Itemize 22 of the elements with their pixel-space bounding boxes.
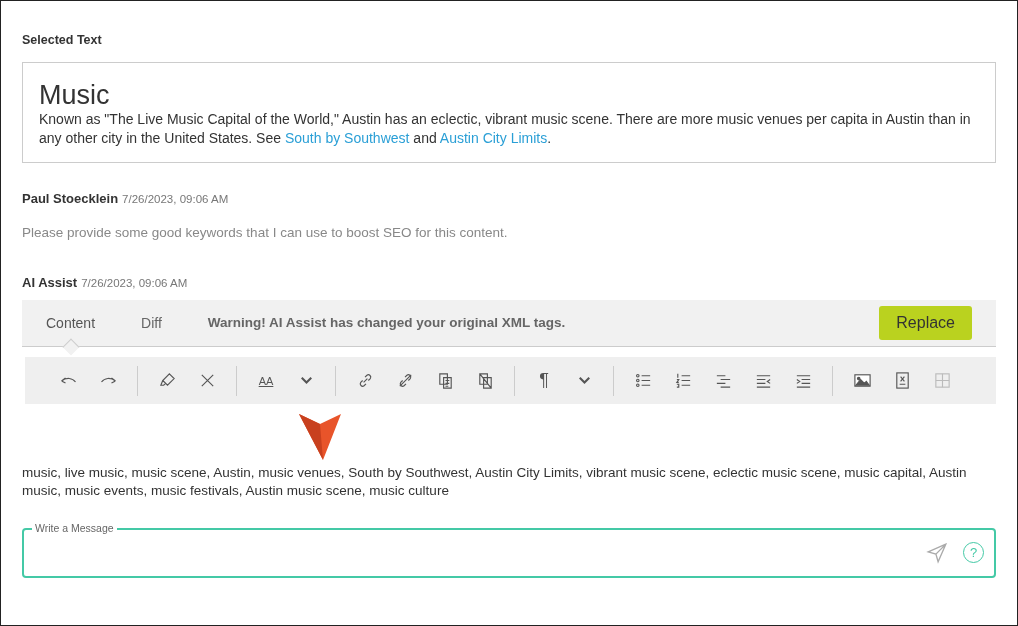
tab[interactable]: Diff [141, 299, 162, 354]
toolbar-button[interactable]: ¶ [527, 365, 561, 396]
author-name: AI Assist [22, 274, 78, 290]
section-label: Selected Text [22, 32, 103, 49]
message-text: Please provide some good keywords that I can use to boost SEO for this content. [22, 223, 509, 242]
numbered-list-icon [673, 371, 693, 391]
paragraph: Known as "The Live Music Capital of the World," Austin has an eclectic, vibrant music scene. There are more music venues per capita in Austin than in any other city in the United States. See South by Southwest and Austin City Limits. [39, 110, 972, 149]
toolbar-button[interactable]: AA [249, 365, 283, 396]
field-label: Write a Message [32, 521, 117, 535]
author-name: Paul Stoecklein [22, 191, 119, 207]
tab[interactable]: Content [46, 299, 96, 354]
send-icon [926, 541, 948, 564]
warning-text: Warning! AI Assist has changed your original XML tags. [207, 314, 566, 333]
table-icon [932, 371, 952, 391]
timestamp: 7/26/2023, 09:06 AM [81, 276, 188, 289]
replace-button[interactable]: Replace [879, 306, 972, 341]
section-heading: Music [39, 80, 111, 111]
keywords-text: music, live music, music scene, Austin, music venues, South by Southwest, Austin City Limits, vibrant music scene, eclectic music scene, music capital, Austin music, music events, music festivals, Austin music scene, music culture [22, 464, 968, 500]
undo-icon [59, 377, 77, 385]
timestamp: 7/26/2023, 09:06 AM [122, 193, 229, 206]
pointer-icon [299, 414, 341, 461]
redo-icon [99, 377, 117, 385]
